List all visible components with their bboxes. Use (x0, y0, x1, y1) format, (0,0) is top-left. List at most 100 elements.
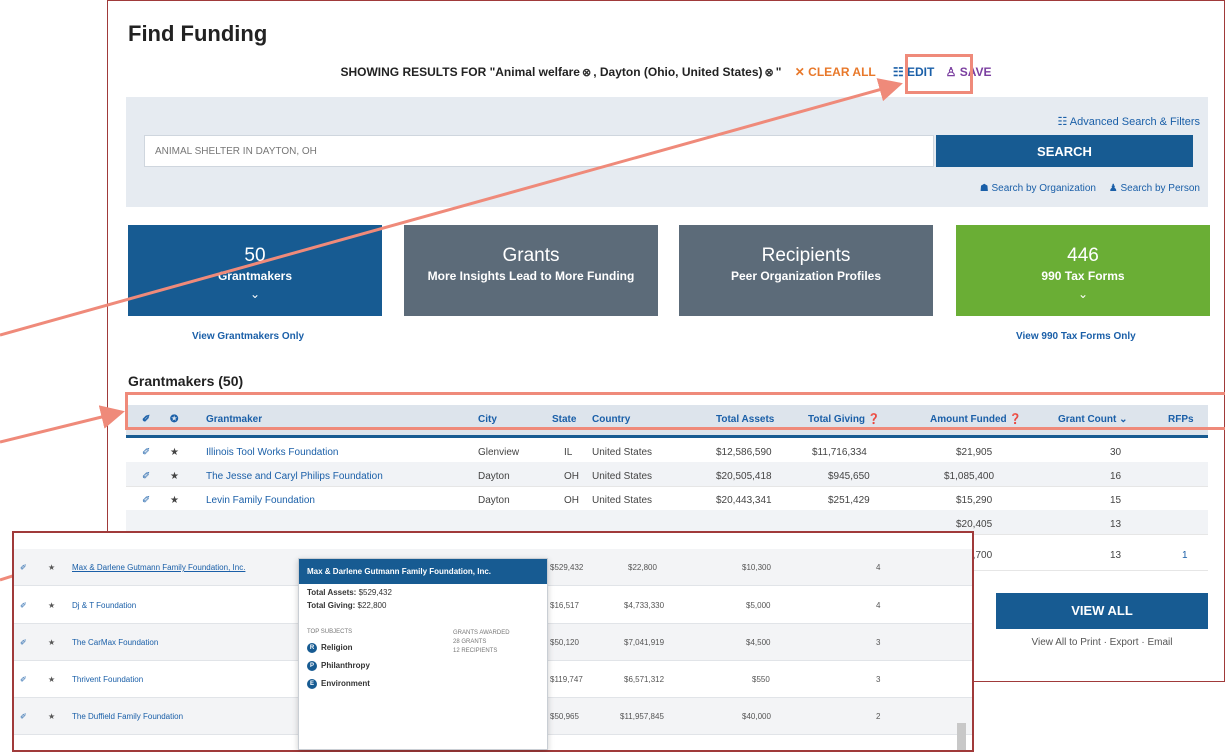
grantmaker-name[interactable]: Max & Darlene Gutmann Family Foundation,… (72, 563, 245, 572)
total-assets: $16,517 (550, 601, 579, 610)
country: United States (592, 495, 653, 506)
country: United States (592, 447, 653, 458)
header-highlight-box (125, 392, 1225, 430)
grant-count: 16 (1110, 471, 1122, 482)
total-assets: $50,965 (550, 712, 579, 721)
grant-count: 30 (1110, 447, 1122, 458)
grantmaker-name[interactable]: Illinois Tool Works Foundation (206, 447, 338, 458)
giving-label: Total Giving: (307, 601, 356, 610)
edit-icon[interactable]: ✐ (20, 675, 27, 684)
city: Dayton (478, 471, 510, 482)
amount-funded: $4,500 (746, 638, 771, 647)
grantmaker-name[interactable]: Levin Family Foundation (206, 495, 315, 506)
state: OH (564, 495, 579, 506)
grantmaker-hover-card: Max & Darlene Gutmann Family Foundation,… (298, 558, 548, 750)
grants-title: Grants (502, 245, 560, 266)
star-icon[interactable]: ★ (48, 638, 55, 647)
grantmaker-name[interactable]: The Duffield Family Foundation (72, 712, 183, 721)
grantmaker-name[interactable]: The Jesse and Caryl Philips Foundation (206, 471, 383, 482)
star-icon[interactable]: ★ (48, 563, 55, 572)
recipients-card[interactable]: Recipients Peer Organization Profiles (679, 225, 933, 316)
grants-awarded-count: 28 GRANTS (453, 639, 487, 645)
subject-name: Philanthropy (321, 661, 370, 671)
view-grantmakers-only-link[interactable]: View Grantmakers Only (192, 331, 304, 342)
remove-animal-welfare-icon[interactable]: ⊗ (582, 67, 591, 79)
table-row: ✐ ★ Levin Family Foundation Dayton OH Un… (126, 486, 1208, 511)
page-title: Find Funding (128, 21, 268, 46)
total-assets: $50,120 (550, 638, 579, 647)
clear-all-button[interactable]: ✕ CLEAR ALL (795, 65, 876, 79)
search-input[interactable] (144, 135, 934, 167)
edit-icon[interactable]: ✐ (20, 638, 27, 647)
search-by-person-link[interactable]: ♟ Search by Person (1109, 183, 1200, 194)
total-assets: $529,432 (550, 563, 584, 572)
remove-dayton-icon[interactable]: ⊗ (765, 67, 774, 79)
chevron-down-icon: ⌄ (1077, 287, 1089, 301)
tax-forms-card[interactable]: 446 990 Tax Forms ⌄ (956, 225, 1210, 316)
grantmaker-name[interactable]: The CarMax Foundation (72, 638, 158, 647)
amount-funded: $20,405 (956, 519, 993, 530)
view-all-options[interactable]: View All to Print · Export · Email (996, 637, 1208, 648)
search-by-organization-link[interactable]: ☗ Search by Organization (980, 183, 1096, 194)
grantmaker-name[interactable]: Dj & T Foundation (72, 601, 136, 610)
grants-awarded: GRANTS AWARDED 28 GRANTS 12 RECIPIENTS (453, 629, 510, 656)
grant-count: 13 (1110, 519, 1122, 530)
total-giving: $11,957,845 (620, 712, 664, 721)
table-row: ✐ ★ The Jesse and Caryl Philips Foundati… (126, 462, 1208, 487)
total-giving: $4,733,330 (624, 601, 665, 610)
star-icon[interactable]: ★ (48, 601, 55, 610)
amount-funded: $1,085,400 (944, 471, 995, 482)
summary-prefix: SHOWING RESULTS FOR "Animal welfare (340, 65, 580, 79)
star-icon[interactable]: ★ (170, 471, 179, 482)
search-button[interactable]: SEARCH (936, 135, 1193, 167)
assets-label: Total Assets: (307, 588, 357, 597)
subject-mark-icon: P (307, 661, 317, 671)
view-990-forms-only-link[interactable]: View 990 Tax Forms Only (1016, 331, 1136, 342)
edit-icon[interactable]: ✐ (20, 712, 27, 721)
grantmakers-label: Grantmakers (217, 269, 293, 283)
total-assets: $20,505,418 (716, 471, 772, 482)
top-subjects-label: TOP SUBJECTS (307, 629, 353, 635)
edit-icon[interactable]: ✐ (20, 601, 27, 610)
view-all-button[interactable]: VIEW ALL (996, 593, 1208, 629)
search-panel: ☷ Advanced Search & Filters SEARCH ☗ Sea… (126, 97, 1208, 207)
amount-funded: $5,000 (746, 601, 771, 610)
summary-suffix: " (775, 65, 782, 79)
tax-forms-label: 990 Tax Forms (1041, 269, 1125, 283)
subject-pill: P Philanthropy (307, 661, 370, 671)
table-row: ✐ ★ Illinois Tool Works Foundation Glenv… (126, 438, 1208, 463)
star-icon[interactable]: ★ (48, 675, 55, 684)
edit-icon[interactable]: ✐ (142, 471, 150, 482)
grantmakers-card[interactable]: 50 Grantmakers ⌄ (128, 225, 382, 316)
grant-count: 15 (1110, 495, 1122, 506)
grantmakers-count: 50 (244, 245, 266, 266)
grant-count: 4 (876, 563, 881, 572)
grant-count: 2 (876, 712, 881, 721)
scrollbar-thumb[interactable] (957, 723, 966, 750)
recipients-subtitle: Peer Organization Profiles (730, 269, 882, 283)
total-giving: $7,041,919 (624, 638, 665, 647)
grant-count: 3 (876, 675, 881, 684)
country: United States (592, 471, 653, 482)
star-icon[interactable]: ★ (170, 447, 179, 458)
grant-count: 3 (876, 638, 881, 647)
amount-funded: $15,290 (956, 495, 993, 506)
total-giving: $11,716,334 (812, 447, 867, 458)
grant-count: 4 (876, 601, 881, 610)
star-icon[interactable]: ★ (170, 495, 179, 506)
edit-icon[interactable]: ✐ (142, 447, 150, 458)
subject-pill: R Religion (307, 643, 353, 653)
amount-funded: $550 (752, 675, 770, 684)
grants-card[interactable]: Grants More Insights Lead to More Fundin… (404, 225, 658, 316)
state: IL (564, 447, 573, 458)
chevron-down-icon: ⌄ (249, 287, 261, 301)
edit-icon[interactable]: ✐ (142, 495, 150, 506)
rfps-count[interactable]: 1 (1182, 550, 1188, 561)
total-giving: $22,800 (628, 563, 657, 572)
city: Glenview (478, 447, 520, 458)
star-icon[interactable]: ★ (48, 712, 55, 721)
hover-card-title[interactable]: Max & Darlene Gutmann Family Foundation,… (299, 559, 547, 584)
advanced-search-link[interactable]: ☷ Advanced Search & Filters (1057, 115, 1200, 128)
edit-icon[interactable]: ✐ (20, 563, 27, 572)
grantmaker-name[interactable]: Thrivent Foundation (72, 675, 143, 684)
